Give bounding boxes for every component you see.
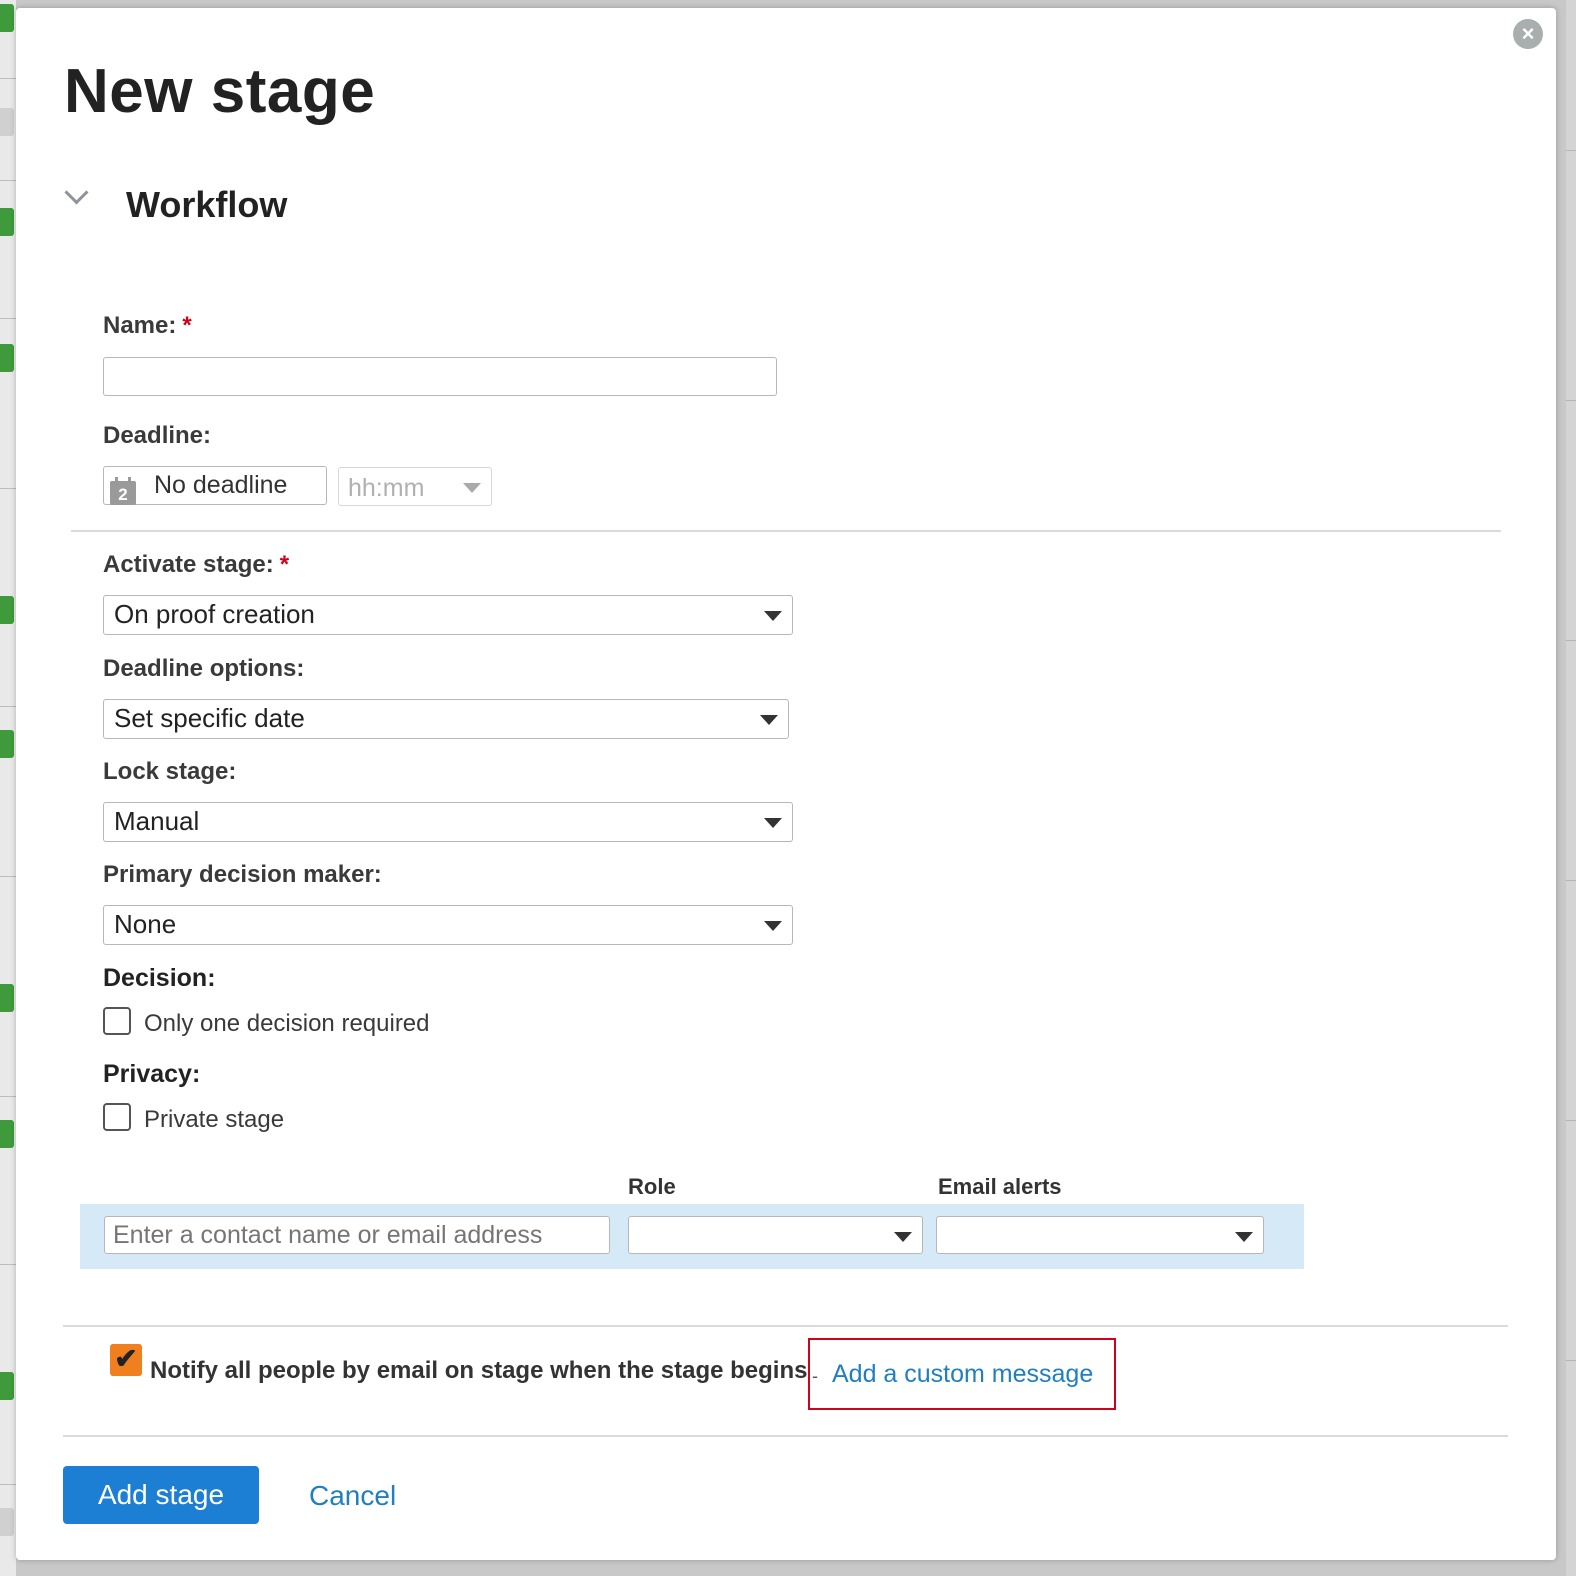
lock-stage-label: Lock stage: — [103, 758, 237, 785]
background-status-tag — [0, 4, 14, 32]
privacy-label: Privacy: — [103, 1060, 201, 1088]
background-divider — [0, 180, 16, 181]
background-status-tag — [0, 730, 14, 758]
contact-row — [80, 1204, 1304, 1269]
checkmark-icon: ✔ — [114, 1343, 138, 1374]
chevron-down-icon[interactable] — [64, 180, 89, 205]
deadline-date-value: No deadline — [154, 471, 288, 499]
background-divider — [0, 1096, 16, 1097]
activate-stage-select[interactable]: On proof creation — [103, 595, 793, 635]
primary-decision-maker-select[interactable]: None — [103, 905, 793, 945]
decision-label: Decision: — [103, 964, 216, 992]
lock-stage-select[interactable]: Manual — [103, 802, 793, 842]
name-label-text: Name: — [103, 312, 177, 339]
background-page-right — [1566, 0, 1576, 1576]
private-stage-label[interactable]: Private stage — [144, 1106, 284, 1134]
chevron-down-icon — [764, 818, 782, 828]
background-divider — [0, 1484, 16, 1485]
deadline-options-value: Set specific date — [114, 703, 305, 733]
section-title-workflow[interactable]: Workflow — [126, 184, 287, 226]
background-divider — [0, 876, 16, 877]
background-status-tag — [0, 108, 14, 136]
email-alerts-select[interactable] — [936, 1216, 1264, 1254]
background-status-tag — [0, 1508, 14, 1536]
chevron-down-icon — [463, 483, 481, 493]
activate-stage-label-text: Activate stage: — [103, 551, 274, 578]
private-stage-checkbox[interactable] — [103, 1103, 131, 1131]
new-stage-dialog: × New stage Workflow Name: * Deadline: 2 … — [16, 8, 1556, 1560]
only-one-decision-label[interactable]: Only one decision required — [144, 1010, 430, 1038]
divider — [63, 1435, 1508, 1437]
chevron-down-icon — [764, 921, 782, 931]
background-status-tag — [0, 596, 14, 624]
activate-stage-value: On proof creation — [114, 599, 315, 629]
role-column-header: Role — [628, 1174, 676, 1199]
required-marker: * — [182, 312, 192, 339]
background-divider — [0, 318, 16, 319]
background-divider — [1566, 640, 1576, 641]
background-divider — [1566, 150, 1576, 151]
chevron-down-icon — [1235, 1232, 1253, 1242]
background-divider — [1566, 880, 1576, 881]
role-select[interactable] — [628, 1216, 923, 1254]
required-marker: * — [279, 551, 290, 578]
background-divider — [1566, 400, 1576, 401]
divider — [71, 530, 1501, 532]
cancel-button[interactable]: Cancel — [309, 1480, 396, 1512]
background-divider — [1566, 1120, 1576, 1121]
notify-label[interactable]: Notify all people by email on stage when… — [150, 1357, 807, 1385]
background-divider — [0, 488, 16, 489]
add-custom-message-link[interactable]: Add a custom message — [832, 1360, 1093, 1389]
name-input[interactable] — [103, 357, 777, 396]
calendar-icon[interactable]: 2 — [110, 477, 136, 505]
primary-decision-maker-label: Primary decision maker: — [103, 861, 382, 888]
chevron-down-icon — [760, 715, 778, 725]
background-divider — [0, 1264, 16, 1265]
contact-input[interactable] — [104, 1216, 610, 1254]
divider — [63, 1325, 1508, 1327]
background-divider — [1566, 1360, 1576, 1361]
name-label: Name: * — [103, 312, 192, 340]
background-divider — [0, 78, 16, 79]
background-status-tag — [0, 1120, 14, 1148]
chevron-down-icon — [894, 1232, 912, 1242]
background-divider — [0, 706, 16, 707]
activate-stage-label: Activate stage: * — [103, 551, 289, 579]
background-status-tag — [0, 1372, 14, 1400]
deadline-time-field[interactable]: hh:mm — [338, 467, 492, 506]
deadline-label: Deadline: — [103, 422, 212, 449]
add-stage-button[interactable]: Add stage — [63, 1466, 259, 1524]
email-alerts-column-header: Email alerts — [938, 1174, 1062, 1199]
deadline-options-select[interactable]: Set specific date — [103, 699, 789, 739]
close-icon[interactable]: × — [1513, 19, 1543, 49]
lock-stage-value: Manual — [114, 806, 200, 836]
deadline-date-field[interactable]: 2 No deadline — [103, 466, 327, 505]
background-status-tag — [0, 984, 14, 1012]
background-status-tag — [0, 344, 14, 372]
chevron-down-icon — [764, 611, 782, 621]
time-placeholder: hh:mm — [348, 474, 425, 502]
dialog-title: New stage — [64, 57, 376, 126]
background-page — [0, 0, 16, 1576]
deadline-options-label: Deadline options: — [103, 655, 305, 682]
notify-checkbox[interactable]: ✔ — [110, 1344, 142, 1376]
background-status-tag — [0, 208, 14, 236]
only-one-decision-checkbox[interactable] — [103, 1007, 131, 1035]
primary-decision-maker-value: None — [114, 909, 177, 939]
